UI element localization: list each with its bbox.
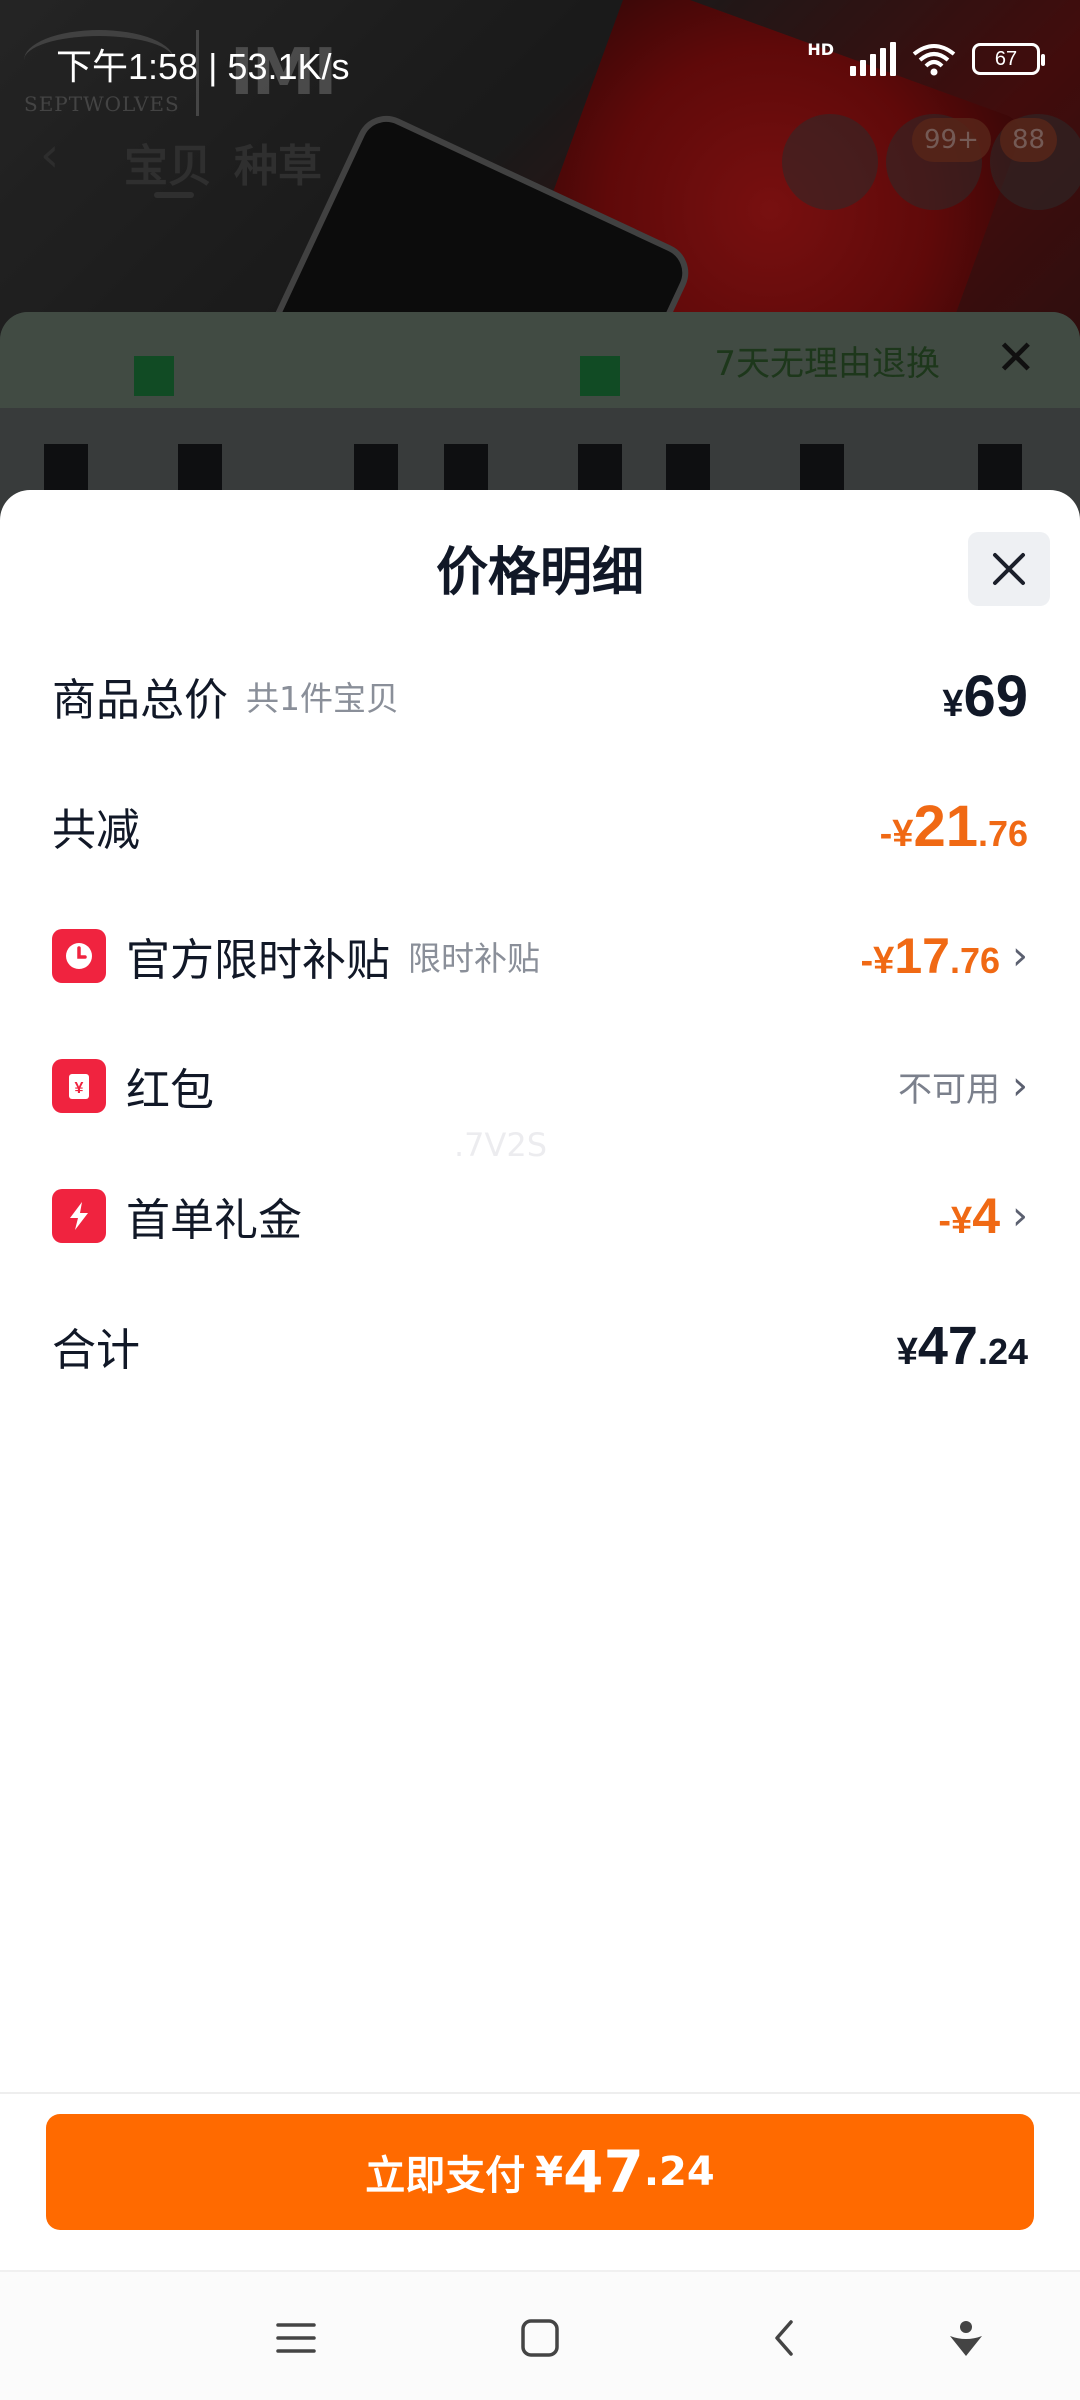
hd-label: HD [807, 39, 834, 59]
minus-yen-sign: -¥ [938, 1200, 973, 1242]
pay-button-label: 立即支付 [365, 2153, 526, 2199]
amount-integer: 17 [894, 928, 950, 984]
status-bar: 下午1:58 | 53.1K/s HD 67 [0, 0, 1080, 96]
close-icon [993, 553, 1025, 585]
row-label: 首单礼金 [126, 1195, 302, 1246]
menu-icon [276, 2323, 316, 2353]
sheet-title: 价格明细 [435, 543, 644, 603]
row-label: 合计 [52, 1325, 140, 1376]
row-goods-total: 商品总价 共1件宝贝 ¥ 69 [52, 656, 1028, 736]
chevron-right-icon: › [1012, 1063, 1028, 1109]
status-icons: HD 67 [807, 39, 1045, 76]
chevron-right-icon: › [1012, 1193, 1028, 1239]
row-red-packet[interactable]: ¥ 红包 不可用 › [52, 1046, 1028, 1126]
system-nav-bar [0, 2270, 1080, 2400]
amount-integer: 69 [963, 663, 1028, 729]
status-time: 下午1:58 | 53.1K/s [56, 46, 350, 87]
pay-amount-integer: 47 [563, 2138, 644, 2206]
row-first-order-gift[interactable]: 首单礼金 -¥ 4 › [52, 1176, 1028, 1256]
assistant-button[interactable] [936, 2308, 996, 2368]
watermark-text: .7V2S [454, 1126, 548, 1164]
subsidy-amount: -¥ 17 .76 [861, 927, 1000, 985]
chevron-right-icon: › [1012, 933, 1028, 979]
yen-sign: ¥ [896, 1331, 918, 1373]
back-button[interactable] [754, 2308, 814, 2368]
row-sublabel: 共1件宝贝 [246, 679, 399, 718]
minus-yen-sign: -¥ [860, 940, 895, 982]
row-total-reduction: 共减 -¥ 21 .76 [52, 786, 1028, 866]
svg-text:¥: ¥ [75, 1080, 84, 1097]
row-label: 红包 [126, 1065, 214, 1116]
pay-amount-decimals: .24 [643, 2149, 715, 2195]
assistant-icon [950, 2321, 982, 2356]
red-packet-status: 不可用 [898, 1069, 1000, 1110]
wifi-icon [912, 44, 956, 76]
amount-decimals: .76 [949, 940, 1000, 981]
pay-bar: 立即支付 ¥ 47 .24 [0, 2092, 1080, 2268]
yen-sign: ¥ [942, 682, 964, 725]
menu-button[interactable] [266, 2308, 326, 2368]
home-icon [521, 2319, 559, 2357]
red-packet-icon: ¥ [52, 1059, 106, 1113]
lightning-icon [52, 1189, 106, 1243]
back-icon [775, 2320, 793, 2356]
signal-icon [850, 42, 896, 76]
minus-yen-sign: -¥ [879, 812, 914, 855]
amount-integer: 21 [913, 793, 978, 859]
home-button[interactable] [510, 2308, 570, 2368]
sum-amount: ¥ 47 .24 [897, 1315, 1028, 1377]
row-sum: 合计 ¥ 47 .24 [52, 1306, 1028, 1386]
row-label: 官方限时补贴 [126, 935, 390, 986]
battery-icon: 67 [972, 43, 1045, 75]
row-official-subsidy[interactable]: 官方限时补贴 限时补贴 -¥ 17 .76 › [52, 916, 1028, 996]
row-label: 商品总价 [52, 675, 228, 726]
goods-total-amount: ¥ 69 [942, 663, 1028, 730]
yen-sign: ¥ [535, 2149, 564, 2195]
clock-icon [52, 929, 106, 983]
close-button[interactable] [968, 532, 1050, 606]
amount-decimals: .76 [977, 812, 1028, 854]
amount-integer: 47 [917, 1316, 978, 1376]
row-label: 共减 [52, 805, 140, 856]
amount-decimals: .24 [977, 1331, 1028, 1372]
amount-integer: 4 [972, 1188, 1000, 1244]
pay-now-button[interactable]: 立即支付 ¥ 47 .24 [46, 2114, 1034, 2230]
first-order-amount: -¥ 4 [938, 1187, 1000, 1245]
reduction-amount: -¥ 21 .76 [880, 793, 1028, 860]
row-sublabel: 限时补贴 [408, 939, 540, 978]
